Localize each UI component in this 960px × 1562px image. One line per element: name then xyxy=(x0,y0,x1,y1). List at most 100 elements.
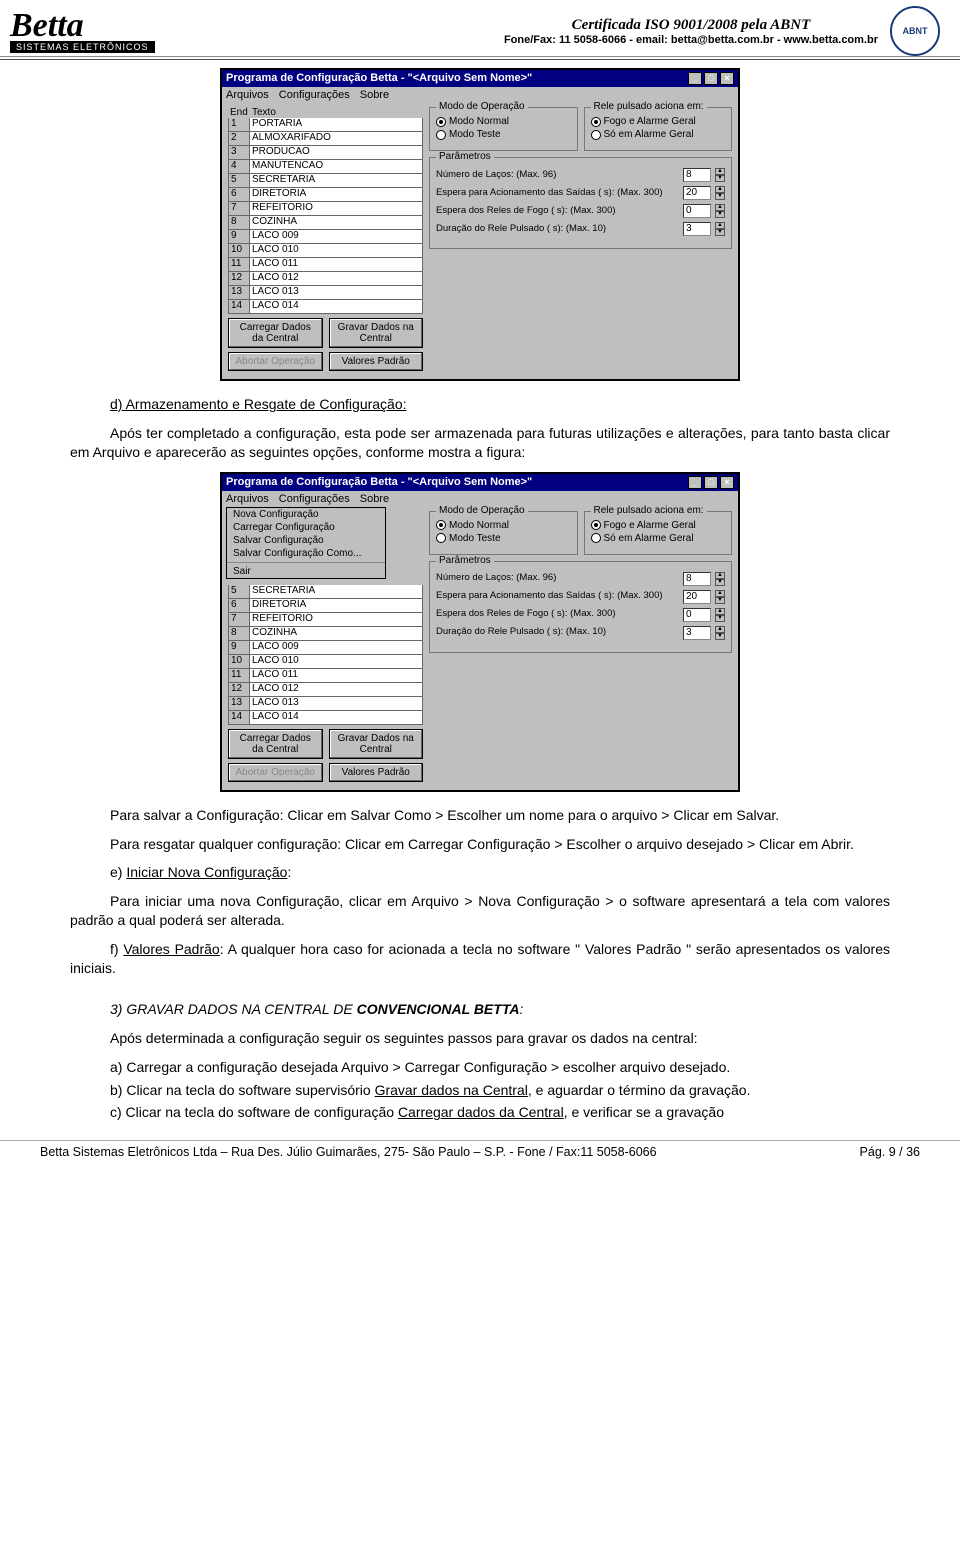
param-espera-reles-label: Espera dos Reles de Fogo ( s): (Max. 300… xyxy=(436,206,679,216)
save-central-button[interactable]: Gravar Dados na Central xyxy=(329,318,424,348)
menu-arquivos[interactable]: Arquivos xyxy=(226,89,269,101)
config-window-1: Programa de Configuração Betta - "<Arqui… xyxy=(220,68,740,381)
radio-rele-so[interactable] xyxy=(591,130,601,140)
maximize-icon[interactable]: □ xyxy=(704,476,718,489)
menu-item-carregar[interactable]: Carregar Configuração xyxy=(227,521,385,534)
endpoint-text-input[interactable]: LACO 013 xyxy=(250,697,423,711)
table-row: 9LACO 009 xyxy=(228,230,423,244)
para-salvar: Para salvar a Configuração: Clicar em Sa… xyxy=(70,806,890,825)
menu-sobre[interactable]: Sobre xyxy=(360,493,389,505)
group-modo: Modo de Operação Modo Normal Modo Teste xyxy=(429,511,578,555)
endpoint-text-input[interactable]: DIRETORIA xyxy=(250,599,423,613)
endpoint-text-input[interactable]: SECRETARIA xyxy=(250,585,423,599)
endpoint-text-input[interactable]: LACO 014 xyxy=(250,711,423,725)
menu-item-salvar-como[interactable]: Salvar Configuração Como... xyxy=(227,547,385,560)
table-row: 4MANUTENCAO xyxy=(228,160,423,174)
config-window-2: Programa de Configuração Betta - "<Arqui… xyxy=(220,472,740,792)
endpoint-text-input[interactable]: REFEITORIO xyxy=(250,613,423,627)
menu-arquivos[interactable]: Arquivos xyxy=(226,493,269,505)
endpoint-text-input[interactable]: LACO 012 xyxy=(250,272,423,286)
radio-modo-teste[interactable] xyxy=(436,533,446,543)
header-center: Certificada ISO 9001/2008 pela ABNT Fone… xyxy=(504,17,878,46)
radio-modo-teste[interactable] xyxy=(436,130,446,140)
table-row: 11LACO 011 xyxy=(228,258,423,272)
endpoint-text-input[interactable]: LACO 011 xyxy=(250,258,423,272)
menu-config[interactable]: Configurações xyxy=(279,493,350,505)
logo-text: Betta xyxy=(10,9,84,43)
window-title: Programa de Configuração Betta - "<Arqui… xyxy=(226,72,532,85)
table-row: 5SECRETARIA xyxy=(228,174,423,188)
menu-item-nova[interactable]: Nova Configuração xyxy=(227,508,385,521)
param-duracao-input[interactable]: 3 xyxy=(683,222,711,236)
table-row: 7REFEITORIO xyxy=(228,613,423,627)
para-resgatar: Para resgatar qualquer configuração: Cli… xyxy=(70,835,890,854)
endpoint-text-input[interactable]: LACO 009 xyxy=(250,641,423,655)
close-icon[interactable]: × xyxy=(720,72,734,85)
endpoint-text-input[interactable]: LACO 010 xyxy=(250,244,423,258)
table-row: 14LACO 014 xyxy=(228,300,423,314)
endpoint-text-input[interactable]: PRODUCAO xyxy=(250,146,423,160)
footer-page: Pág. 9 / 36 xyxy=(860,1145,920,1159)
load-central-button[interactable]: Carregar Dados da Central xyxy=(228,318,323,348)
col-header-texto: Texto xyxy=(250,107,423,118)
col-header-end: End xyxy=(228,107,250,118)
param-espera-reles-input[interactable]: 0 xyxy=(683,204,711,218)
spin-down-icon[interactable]: ▼ xyxy=(715,175,725,182)
abort-button[interactable]: Abortar Operação xyxy=(228,763,323,782)
endpoint-text-input[interactable]: LACO 010 xyxy=(250,655,423,669)
step-a: a) Carregar a configuração desejada Arqu… xyxy=(70,1058,890,1077)
radio-modo-normal[interactable] xyxy=(436,520,446,530)
spin-down-icon[interactable]: ▼ xyxy=(715,211,725,218)
section-d-heading: d) Armazenamento e Resgate de Configuraç… xyxy=(70,395,890,414)
arquivos-dropdown: Nova Configuração Carregar Configuração … xyxy=(226,507,386,579)
endpoint-text-input[interactable]: LACO 009 xyxy=(250,230,423,244)
table-row: 6DIRETORIA xyxy=(228,188,423,202)
section-e-body: Para iniciar uma nova Configuração, clic… xyxy=(70,892,890,930)
endpoint-text-input[interactable]: ALMOXARIFADO xyxy=(250,132,423,146)
radio-rele-fogo[interactable] xyxy=(591,520,601,530)
minimize-icon[interactable]: _ xyxy=(688,72,702,85)
defaults-button[interactable]: Valores Padrão xyxy=(329,763,424,782)
radio-modo-normal[interactable] xyxy=(436,117,446,127)
table-row: 3PRODUCAO xyxy=(228,146,423,160)
table-row: 2ALMOXARIFADO xyxy=(228,132,423,146)
abort-button[interactable]: Abortar Operação xyxy=(228,352,323,371)
endpoint-text-input[interactable]: LACO 014 xyxy=(250,300,423,314)
endpoint-text-input[interactable]: SECRETARIA xyxy=(250,174,423,188)
spin-up-icon[interactable]: ▲ xyxy=(715,204,725,211)
endpoint-text-input[interactable]: COZINHA xyxy=(250,627,423,641)
endpoint-text-input[interactable]: MANUTENCAO xyxy=(250,160,423,174)
param-lacos-input[interactable]: 8 xyxy=(683,168,711,182)
endpoint-text-input[interactable]: DIRETORIA xyxy=(250,188,423,202)
endpoint-text-input[interactable]: COZINHA xyxy=(250,216,423,230)
spin-down-icon[interactable]: ▼ xyxy=(715,229,725,236)
menu-sobre[interactable]: Sobre xyxy=(360,89,389,101)
defaults-button[interactable]: Valores Padrão xyxy=(329,352,424,371)
menu-separator xyxy=(227,562,385,563)
spin-up-icon[interactable]: ▲ xyxy=(715,186,725,193)
endpoint-text-input[interactable]: REFEITORIO xyxy=(250,202,423,216)
endpoint-text-input[interactable]: LACO 012 xyxy=(250,683,423,697)
minimize-icon[interactable]: _ xyxy=(688,476,702,489)
step-c: c) Clicar na tecla do software de config… xyxy=(70,1103,890,1122)
maximize-icon[interactable]: □ xyxy=(704,72,718,85)
spin-up-icon[interactable]: ▲ xyxy=(715,168,725,175)
spin-up-icon[interactable]: ▲ xyxy=(715,222,725,229)
page-header: Betta SISTEMAS ELETRÔNICOS Certificada I… xyxy=(0,0,960,57)
radio-rele-so[interactable] xyxy=(591,533,601,543)
endpoint-text-input[interactable]: LACO 013 xyxy=(250,286,423,300)
table-row: 8COZINHA xyxy=(228,216,423,230)
spin-down-icon[interactable]: ▼ xyxy=(715,193,725,200)
table-row: 5SECRETARIA xyxy=(228,585,423,599)
group-parametros: Parâmetros Número de Laços: (Max. 96)8▲▼… xyxy=(429,561,732,653)
param-espera-saidas-input[interactable]: 20 xyxy=(683,186,711,200)
radio-rele-fogo[interactable] xyxy=(591,117,601,127)
endpoint-text-input[interactable]: LACO 011 xyxy=(250,669,423,683)
menu-config[interactable]: Configurações xyxy=(279,89,350,101)
endpoint-text-input[interactable]: PORTARIA xyxy=(250,118,423,132)
menu-item-sair[interactable]: Sair xyxy=(227,565,385,578)
load-central-button[interactable]: Carregar Dados da Central xyxy=(228,729,323,759)
save-central-button[interactable]: Gravar Dados na Central xyxy=(329,729,424,759)
close-icon[interactable]: × xyxy=(720,476,734,489)
menu-item-salvar[interactable]: Salvar Configuração xyxy=(227,534,385,547)
